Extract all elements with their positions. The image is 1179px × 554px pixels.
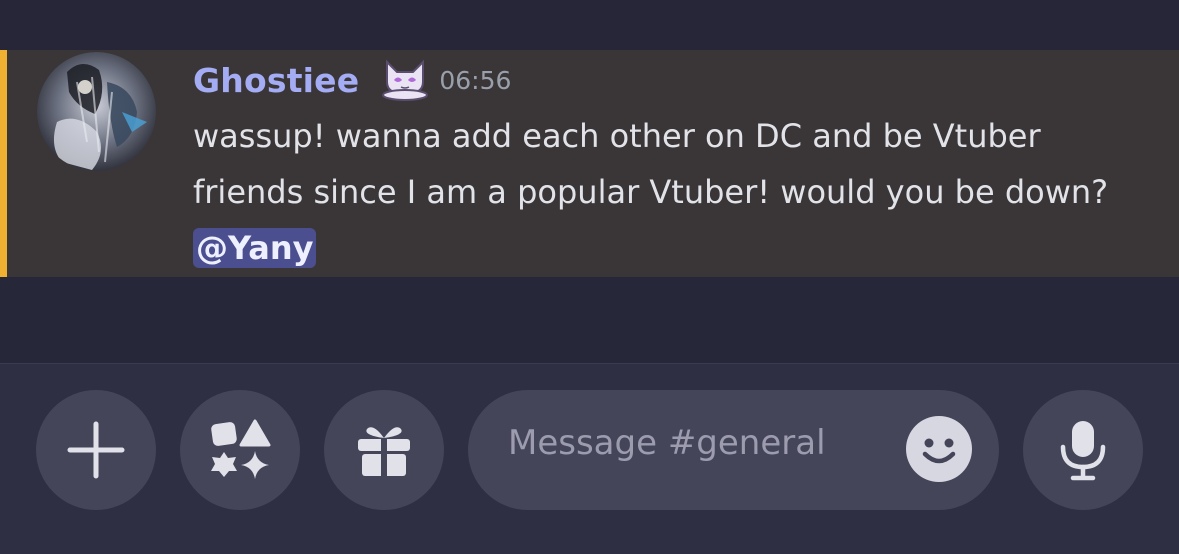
message-item[interactable]: Ghostiee 06:56 wassup! wanna add each ot… — [0, 50, 1179, 277]
avatar[interactable] — [37, 52, 156, 171]
smile-icon — [922, 438, 956, 464]
channel-top-area — [0, 0, 1179, 50]
apps-icon — [211, 419, 271, 479]
message-input[interactable]: Message #general — [468, 390, 999, 510]
user-mention[interactable]: @Yany — [193, 228, 317, 268]
message-placeholder: Message #general — [508, 423, 826, 463]
add-attachment-button[interactable] — [36, 390, 156, 510]
microphone-icon — [1060, 421, 1106, 481]
message-author[interactable]: Ghostiee — [193, 61, 359, 100]
gift-icon — [358, 427, 410, 476]
mention-highlight-bar — [0, 50, 7, 277]
cat-face-icon — [377, 58, 433, 102]
voice-message-button[interactable] — [1023, 390, 1143, 510]
message-content: wassup! wanna add each other on DC and b… — [193, 108, 1153, 276]
message-text: wassup! wanna add each other on DC and b… — [193, 117, 1109, 211]
emoji-button[interactable] — [906, 416, 972, 482]
apps-button[interactable] — [180, 390, 300, 510]
gift-button[interactable] — [324, 390, 444, 510]
message-timestamp: 06:56 — [439, 65, 512, 95]
plus-icon — [67, 421, 125, 479]
